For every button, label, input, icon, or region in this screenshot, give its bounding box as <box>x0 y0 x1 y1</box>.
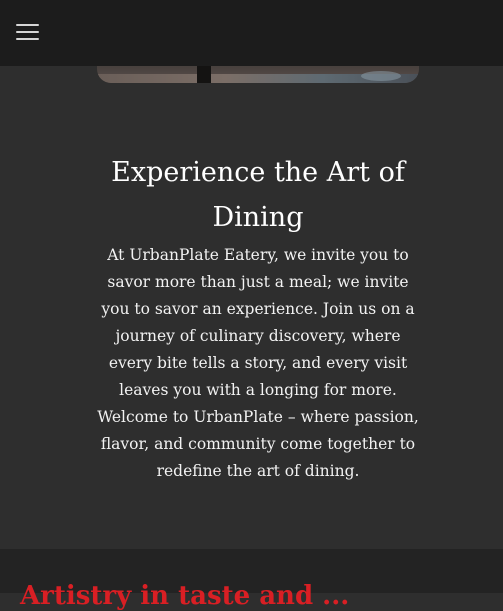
menu-line-middle <box>16 31 39 33</box>
top-nav-bar <box>0 0 503 66</box>
menu-line-top <box>16 24 39 26</box>
intro-title: Experience the Art of Dining <box>111 157 405 233</box>
next-section-heading: Artistry in taste and ... <box>20 581 350 611</box>
intro-paragraph: At UrbanPlate Eatery, we invite you to s… <box>97 246 419 480</box>
hero-image-light-reflection <box>361 71 401 81</box>
next-section: Artistry in taste and ... <box>0 549 503 611</box>
menu-line-bottom <box>16 38 39 40</box>
intro-section: Experience the Art of Dining At UrbanPla… <box>90 150 426 485</box>
hamburger-menu-icon[interactable] <box>16 21 40 41</box>
